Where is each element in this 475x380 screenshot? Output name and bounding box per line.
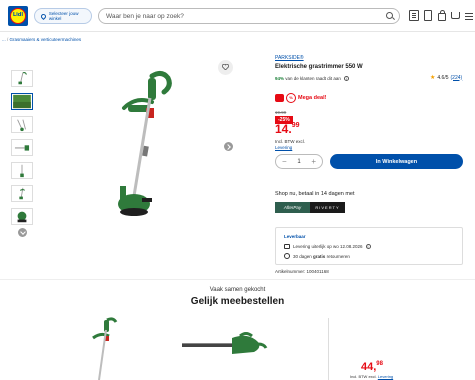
select-store-button[interactable]: Selecteer jouw winkel [34,8,92,24]
lidl-logo[interactable]: Lidl [8,6,28,26]
bundle-vat-text: Incl. BTW excl. [350,374,377,379]
riverty-logo: AfterPay RIVERTY [275,202,345,213]
shipping-info-box: Leverbaar Levering uiterlijk op wo 12.08… [275,227,463,265]
together-title: Gelijk meebestellen [190,296,285,307]
bundle-delivery-link[interactable]: Levering [378,374,393,379]
decrease-quantity-button[interactable]: − [282,157,287,166]
together-subtitle: Vaak samen gekocht [209,287,266,293]
logo-text: Lidl [12,12,24,18]
select-store-label: Selecteer jouw winkel [48,11,79,21]
recommend-pct: 94% [275,76,285,81]
product-title: Elektrische grastrimmer 550 W [275,64,363,70]
thumbnail-2[interactable] [11,93,33,110]
bundle-product-image-trimmer[interactable] [85,316,125,380]
delivery-link[interactable]: Levering [275,145,292,150]
increase-quantity-button[interactable]: + [311,157,316,166]
returns-line: 30 dagen gratis retourneren [284,253,350,259]
returns-pre: 30 dagen [293,253,312,259]
thumbnail-5[interactable] [11,162,33,179]
breadcrumb-category[interactable]: Grasmaaiers & verticuteermachines [10,37,82,42]
bundle-price-main: 44, [361,361,377,373]
returns-post: retourneren [326,253,350,259]
article-number: Artikelnummer: 100401168 [275,269,329,274]
returns-bold: gratis [313,253,326,259]
breadcrumb: ... / Grasmaaiers & verticuteermachines [2,37,82,42]
header: Lidl Selecteer jouw winkel Waar ben je n… [0,0,475,32]
thumbnail-3[interactable] [11,116,33,133]
recommend-text: 94% van de klanten raadt dit aan i [275,76,350,81]
delivery-date-text: Levering uiterlijk op wo 12.08.2026 [293,244,363,249]
breadcrumb-ellipsis[interactable]: ... [2,37,6,42]
shopping-list-icon[interactable] [409,10,419,21]
return-icon [284,253,290,259]
quantity-value[interactable]: 1 [297,159,300,165]
recommend-label: van de klanten raadt dit aan [285,76,341,81]
star-icon: ★ [430,75,436,81]
product-image[interactable] [90,68,200,223]
price-cents: 99 [291,122,300,129]
product-brand-link[interactable]: PARKSIDE® [275,55,304,61]
thumbnail-7[interactable] [11,208,33,225]
bundle-product-image-hedgetrimmer[interactable] [180,330,270,360]
quantity-stepper[interactable]: − 1 + [275,154,323,169]
search-input[interactable]: Waar ben je naar op zoek? [98,8,400,24]
afterpay-label: AfterPay [275,202,310,213]
price: 14.99 [275,122,299,136]
search-placeholder: Waar ben je naar op zoek? [106,12,184,20]
heart-icon [222,64,229,70]
bundle-divider [328,318,329,380]
mega-deal-badge: % Mega deal! [275,93,326,103]
account-icon[interactable] [438,10,446,21]
bundle-price-cents: 98 [376,361,383,367]
section-divider [0,279,475,280]
percent-icon: % [286,93,296,103]
vat-note: Incl. BTW excl. [275,139,306,144]
bundle-vat-note: Incl. BTW excl. Levering [350,374,393,379]
location-pin-icon [39,12,47,20]
next-image-button[interactable] [224,142,233,151]
rating-value: 4.6/5 [437,74,449,81]
add-to-cart-button[interactable]: In Winkelwagen [330,154,463,169]
paylater-text: Shop nu, betaal in 14 dagen met [275,191,355,197]
delivery-date-line: Levering uiterlijk op wo 12.08.2026 i [284,244,371,249]
rating-count[interactable]: (224) [451,75,463,81]
product-rating[interactable]: ★ 4.6/5 (224) [430,74,463,82]
thumbnail-scroll-down-button[interactable] [18,228,27,237]
search-icon[interactable] [386,12,393,19]
favorites-icon[interactable] [424,10,432,21]
deal-tag-icon [275,94,284,102]
mega-deal-label: Mega deal! [298,95,327,101]
bundle-price: 44,98 [361,361,383,373]
riverty-label: RIVERTY [310,202,345,213]
info-icon[interactable]: i [344,76,350,81]
info-icon[interactable]: i [365,244,371,249]
add-to-favorites-button[interactable] [218,60,233,75]
cart-icon[interactable] [451,12,460,19]
availability-label: Leverbaar [284,234,306,239]
old-price: 19.99 [275,110,287,115]
thumbnail-4[interactable] [11,139,33,156]
menu-icon[interactable] [465,13,473,15]
thumbnail-6[interactable] [11,185,33,202]
price-main: 14. [275,122,292,136]
thumbnail-1[interactable] [11,70,33,87]
truck-icon [284,244,290,249]
